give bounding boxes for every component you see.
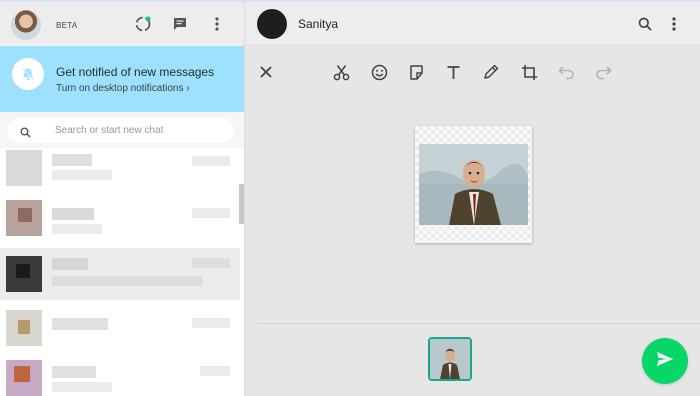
list-item[interactable] <box>0 304 240 356</box>
search-icon <box>20 125 31 143</box>
list-item[interactable] <box>0 354 240 396</box>
preview-photo <box>419 144 528 225</box>
contact-avatar[interactable] <box>257 9 287 39</box>
undo-icon[interactable] <box>557 63 575 81</box>
avatar <box>6 150 42 186</box>
send-button[interactable] <box>642 338 688 384</box>
notification-banner[interactable]: Get notified of new messages Turn on des… <box>0 46 244 112</box>
menu-icon[interactable] <box>208 15 226 33</box>
list-item[interactable] <box>0 198 240 250</box>
menu-icon[interactable] <box>665 15 683 33</box>
search-placeholder: Search or start new chat <box>55 125 164 136</box>
scrollbar-thumb[interactable] <box>239 184 244 224</box>
enable-notifications-link[interactable]: Turn on desktop notifications › <box>56 83 190 94</box>
beta-label: BETA <box>56 21 78 30</box>
crop-icon[interactable] <box>520 63 538 81</box>
search-icon[interactable] <box>636 15 654 33</box>
media-thumbnail[interactable] <box>428 337 472 381</box>
left-header: BETA <box>0 0 244 46</box>
pen-icon[interactable] <box>482 63 500 81</box>
send-icon <box>656 351 674 372</box>
media-preview[interactable] <box>415 126 532 243</box>
redo-icon[interactable] <box>594 63 612 81</box>
conversation-header: Sanitya <box>245 0 700 46</box>
contact-name[interactable]: Sanitya <box>298 17 338 31</box>
divider <box>257 323 700 324</box>
editor-toolbar <box>245 47 700 97</box>
search-input[interactable]: Search or start new chat <box>8 118 234 143</box>
media-editor-pane: Sanitya <box>245 0 700 396</box>
chat-list <box>0 148 244 396</box>
new-chat-icon[interactable] <box>171 15 189 33</box>
status-icon[interactable] <box>134 15 152 33</box>
text-icon[interactable] <box>444 63 462 81</box>
scissors-icon[interactable] <box>332 63 350 81</box>
list-item[interactable] <box>0 148 240 200</box>
list-item[interactable] <box>0 248 240 300</box>
notification-title: Get notified of new messages <box>56 65 215 79</box>
my-avatar[interactable] <box>11 10 41 40</box>
emoji-icon[interactable] <box>370 63 388 81</box>
search-bar: Search or start new chat <box>0 112 244 148</box>
chat-list-pane: BETA Get notified of new messages Turn o… <box>0 0 245 396</box>
sticker-icon[interactable] <box>407 63 425 81</box>
close-icon[interactable] <box>257 63 275 81</box>
bell-off-icon <box>12 58 44 90</box>
